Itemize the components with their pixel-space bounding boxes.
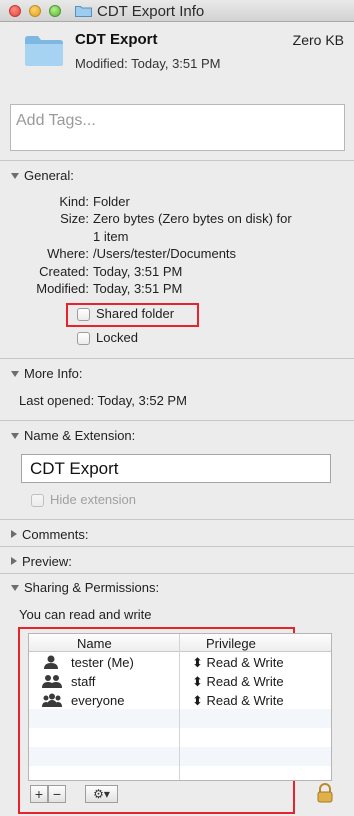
disclosure-open-icon	[11, 433, 19, 439]
last-opened: Last opened: Today, 3:52 PM	[19, 393, 187, 408]
lock-icon[interactable]	[316, 783, 334, 803]
table-row[interactable]: tester (Me) ⬍ Read & Write	[29, 653, 331, 672]
permissions-table: Name Privilege tester (Me) ⬍ Read & Writ…	[28, 633, 332, 781]
where-label: Where:	[47, 246, 89, 261]
row-privilege[interactable]: ⬍ Read & Write	[192, 693, 284, 709]
row-privilege[interactable]: ⬍ Read & Write	[192, 655, 284, 671]
section-preview-toggle[interactable]: Preview:	[11, 554, 72, 569]
section-general-label: General:	[24, 168, 74, 183]
sharing-summary: You can read and write	[19, 607, 152, 622]
divider	[0, 420, 354, 421]
shared-folder-checkbox[interactable]	[77, 308, 90, 321]
section-comments-label: Comments:	[22, 527, 89, 542]
divider	[0, 573, 354, 574]
row-name: staff	[71, 674, 96, 689]
modified-label: Modified:	[36, 281, 89, 296]
row-name: everyone	[71, 693, 125, 708]
disclosure-open-icon	[11, 371, 19, 377]
section-name-extension-toggle[interactable]: Name & Extension:	[11, 428, 135, 443]
stepper-arrows-icon: ⬍	[192, 693, 207, 708]
item-name: CDT Export	[75, 31, 158, 48]
size-label: Size:	[60, 211, 89, 226]
table-stripe	[29, 709, 331, 728]
divider	[0, 160, 354, 161]
modified-value: Today, 3:51 PM	[93, 281, 183, 296]
size-value: Zero bytes (Zero bytes on disk) for	[93, 211, 292, 226]
item-modified: Modified: Today, 3:51 PM	[75, 56, 221, 71]
action-menu-button[interactable]: ⚙▾	[85, 785, 118, 803]
where-value: /Users/tester/Documents	[93, 246, 237, 261]
tags-placeholder: Add Tags...	[16, 112, 96, 129]
tags-field[interactable]: Add Tags...	[10, 104, 345, 151]
single-user-icon	[44, 655, 58, 669]
section-more-info-toggle[interactable]: More Info:	[11, 366, 83, 381]
stepper-arrows-icon: ⬍	[192, 674, 207, 689]
folder-icon	[25, 36, 63, 66]
section-sharing-toggle[interactable]: Sharing & Permissions:	[11, 580, 159, 595]
created-label: Created:	[39, 264, 89, 279]
window-title: CDT Export Info	[97, 3, 205, 20]
add-button[interactable]: +	[30, 785, 48, 803]
table-row[interactable]: staff ⬍ Read & Write	[29, 672, 331, 691]
column-name-header[interactable]: Name	[77, 636, 112, 651]
name-input[interactable]	[22, 455, 330, 482]
row-privilege[interactable]: ⬍ Read & Write	[192, 674, 284, 690]
locked-checkbox[interactable]	[77, 332, 90, 345]
section-preview-label: Preview:	[22, 554, 72, 569]
title-bar: CDT Export Info	[0, 0, 354, 22]
folder-icon	[75, 6, 92, 17]
remove-button[interactable]: −	[48, 785, 66, 803]
disclosure-open-icon	[11, 173, 19, 179]
disclosure-closed-icon	[11, 557, 17, 565]
info-window: CDT Export Info CDT Export Zero KB Modif…	[0, 0, 354, 816]
hide-extension-checkbox[interactable]	[31, 494, 44, 507]
section-name-extension-label: Name & Extension:	[24, 428, 136, 443]
zoom-button[interactable]	[49, 5, 61, 17]
locked-label: Locked	[96, 330, 138, 345]
section-more-info-label: More Info:	[24, 366, 83, 381]
table-row[interactable]: everyone ⬍ Read & Write	[29, 691, 331, 710]
row-name: tester (Me)	[71, 655, 134, 670]
divider	[0, 546, 354, 547]
hide-extension-label: Hide extension	[50, 492, 136, 507]
shared-folder-label: Shared folder	[96, 306, 175, 321]
disclosure-open-icon	[11, 585, 19, 591]
section-sharing-label: Sharing & Permissions:	[24, 580, 160, 595]
section-comments-toggle[interactable]: Comments:	[11, 527, 88, 542]
table-stripe	[29, 747, 331, 766]
stepper-arrows-icon: ⬍	[192, 655, 207, 670]
item-size: Zero KB	[292, 32, 344, 48]
close-button[interactable]	[9, 5, 21, 17]
size-value-2: 1 item	[93, 229, 129, 244]
disclosure-closed-icon	[11, 530, 17, 538]
everyone-icon	[42, 693, 62, 707]
minimize-button[interactable]	[29, 5, 41, 17]
created-value: Today, 3:51 PM	[93, 264, 183, 279]
kind-label: Kind:	[59, 194, 89, 209]
table-header: Name Privilege	[29, 634, 331, 652]
kind-value: Folder	[93, 194, 130, 209]
divider	[0, 358, 354, 359]
divider	[0, 519, 354, 520]
group-icon	[42, 675, 62, 688]
section-general-toggle[interactable]: General:	[11, 168, 74, 183]
name-field[interactable]	[21, 454, 331, 483]
column-privilege-header[interactable]: Privilege	[206, 636, 256, 651]
